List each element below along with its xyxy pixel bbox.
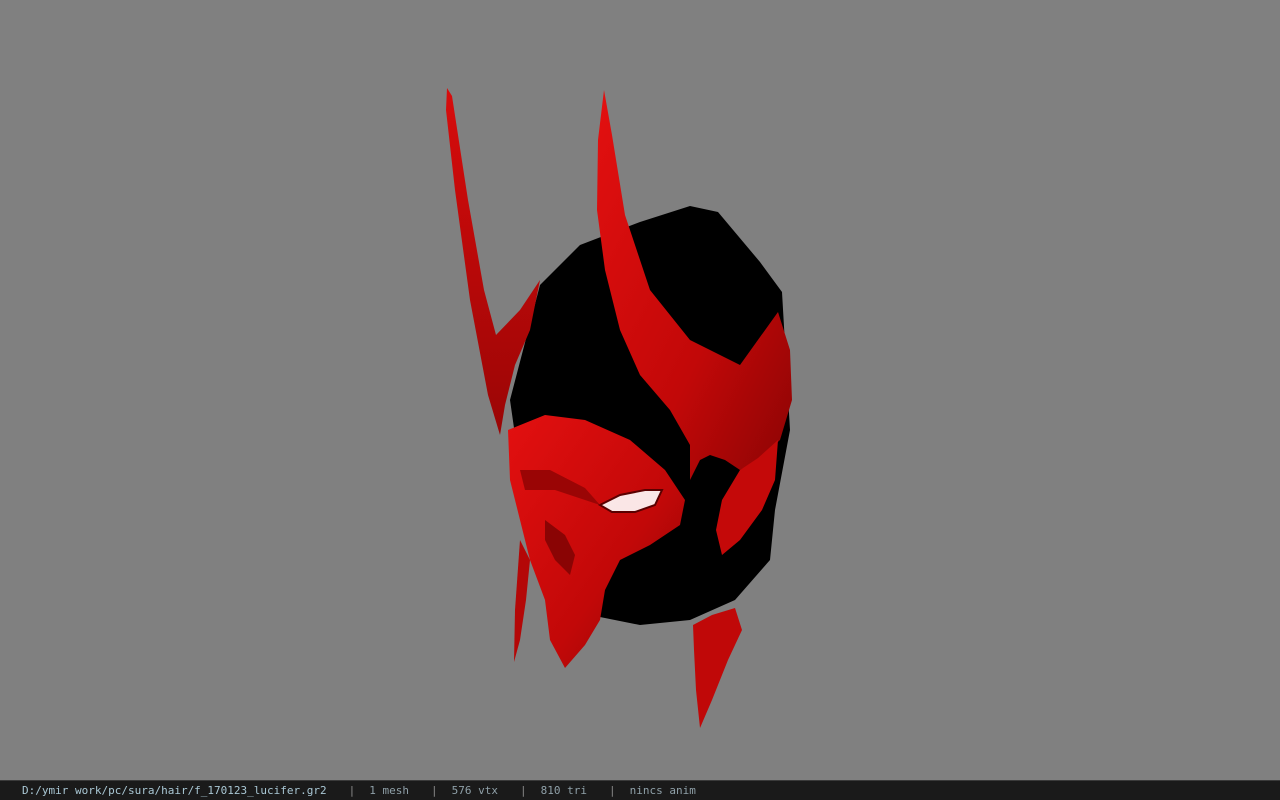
separator: | — [431, 784, 438, 797]
separator: | — [348, 784, 356, 797]
helmet-left-cheek-strip — [514, 540, 530, 662]
separator: | — [608, 784, 616, 797]
separator: | — [520, 784, 527, 797]
triangle-count-label: 810 tri — [540, 784, 587, 797]
3d-viewport[interactable] — [0, 0, 1280, 780]
helmet-right-lower-spike — [693, 608, 742, 728]
helmet-model[interactable] — [0, 0, 1280, 780]
mesh-count-label: 1 mesh — [369, 784, 410, 797]
file-path-label: D:/ymir work/pc/sura/hair/f_170123_lucif… — [22, 784, 327, 797]
status-bar: D:/ymir work/pc/sura/hair/f_170123_lucif… — [0, 780, 1280, 800]
animation-status-label: nincs anim — [629, 784, 696, 797]
vertex-count-label: 576 vtx — [451, 784, 498, 797]
